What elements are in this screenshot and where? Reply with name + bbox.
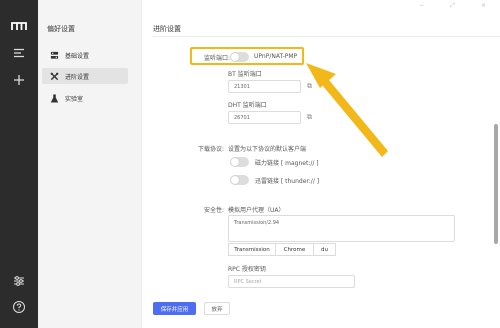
plus-icon[interactable] [12,73,26,87]
copy-icon[interactable]: ⧉ [303,80,316,93]
minimize-icon[interactable]: − [419,2,424,10]
discard-button[interactable]: 放弃 [204,302,230,315]
app-logo-icon [11,22,27,30]
highlight-box [190,47,304,65]
ua-label: 模拟用户代理（UA） [228,207,285,214]
download-protocol-label: 下载协议: [197,146,224,153]
sidebar-item-label: 进阶设置 [65,73,90,81]
scrollbar[interactable] [494,124,498,244]
maximize-icon[interactable]: ⤢ [450,2,455,10]
help-icon[interactable] [12,300,26,314]
ua-preset-du[interactable]: du [314,243,336,256]
sidebar-item-advanced[interactable]: 进阶设置 [42,68,128,84]
sliders-icon[interactable] [12,274,26,288]
sidebar-title: 偏好设置 [47,25,75,33]
tools-icon [50,72,59,80]
close-icon[interactable]: × [481,2,486,10]
download-protocol-description: 设置为以下协议的默认客户端 [228,146,307,153]
dht-port-input[interactable]: 26701 [228,111,301,124]
thunder-toggle[interactable] [230,175,249,185]
sidebar-item-label: 基础设置 [65,52,90,60]
preferences-sidebar: 偏好设置 基础设置 进阶设置 实验室 [38,0,142,328]
page-title: 进阶设置 [153,25,181,33]
window-controls: − ⤢ × [419,2,486,10]
app-rail [0,0,38,328]
sidebar-item-label: 实验室 [65,95,84,103]
save-apply-button[interactable]: 保存并应用 [153,302,196,315]
ua-preset-transmission[interactable]: Transmission [228,243,276,256]
copy-icon[interactable]: ⧉ [303,111,316,124]
security-label: 安全性: [203,207,224,214]
magnet-label: 磁力链接 [ magnet:// ] [255,160,319,167]
dht-port-label: DHT 监听端口 [228,102,267,109]
rpc-secret-label: RPC 授权密钥 [228,266,266,273]
rpc-secret-input[interactable]: RPC Secret [228,275,355,288]
menu-icon[interactable] [12,46,26,60]
bt-port-label: BT 监听端口 [228,71,262,78]
ua-textarea[interactable]: Transmission/2.94 [228,215,455,242]
beaker-icon [50,94,59,102]
ua-preset-chrome[interactable]: Chrome [276,243,314,256]
sidebar-item-basic[interactable]: 基础设置 [42,47,128,63]
divider [153,36,500,37]
gear-icon [50,51,59,59]
sidebar-item-lab[interactable]: 实验室 [42,90,128,106]
bt-port-input[interactable]: 21301 [228,80,301,93]
thunder-label: 迅雷链接 [ thunder:// ] [255,178,320,185]
magnet-toggle[interactable] [230,157,249,167]
